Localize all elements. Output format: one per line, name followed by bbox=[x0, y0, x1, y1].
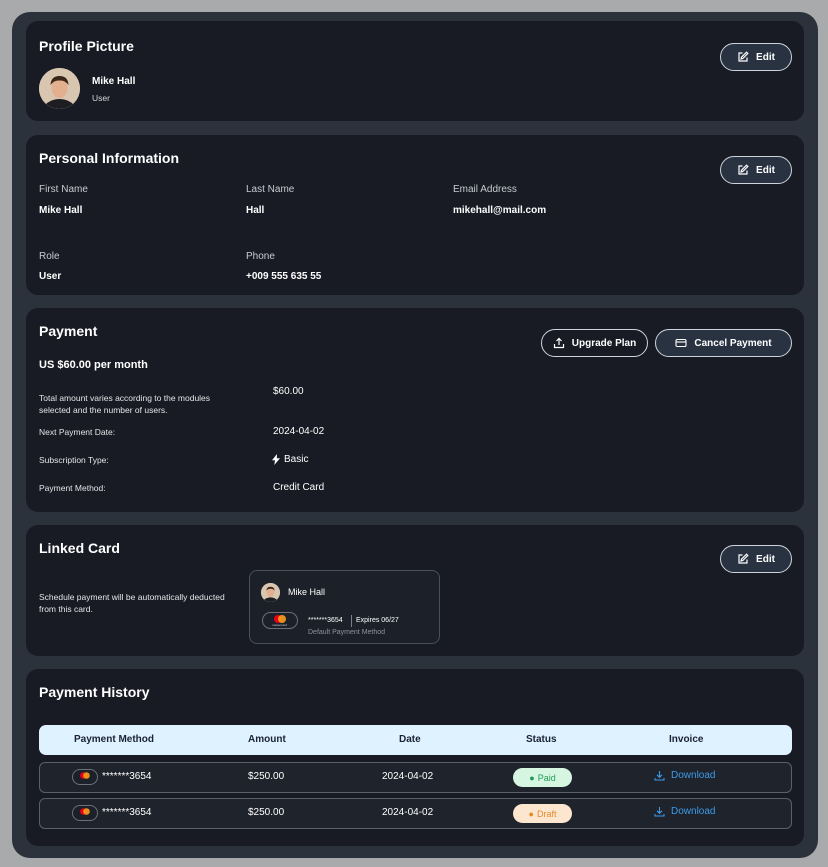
payment-method-value: Credit Card bbox=[273, 482, 325, 493]
download-label: Download bbox=[671, 770, 716, 781]
phone-value: +009 555 635 55 bbox=[246, 271, 322, 282]
edit-label: Edit bbox=[756, 51, 775, 63]
status-text: Paid bbox=[537, 772, 556, 783]
column-status: Status bbox=[526, 734, 557, 745]
upgrade-plan-label: Upgrade Plan bbox=[571, 337, 637, 349]
mastercard-wordmark: mastercard bbox=[272, 623, 288, 627]
credit-card-icon bbox=[675, 338, 687, 348]
linked-card-card: Linked Card Edit Schedule payment will b… bbox=[26, 525, 804, 656]
table-row: *******3654 $250.00 2024-04-02 ● Paid Dow… bbox=[39, 762, 792, 793]
row-amount: $250.00 bbox=[248, 807, 285, 818]
lightning-icon bbox=[272, 454, 280, 465]
mastercard-icon: mastercard bbox=[262, 612, 298, 629]
column-invoice: Invoice bbox=[669, 734, 704, 745]
download-icon bbox=[654, 771, 665, 781]
cancel-payment-button[interactable]: Cancel Payment bbox=[655, 329, 792, 357]
status-text: Draft bbox=[536, 808, 557, 819]
payment-card: Payment US $60.00 per month Upgrade Plan… bbox=[26, 308, 804, 512]
row-date: 2024-04-02 bbox=[382, 807, 434, 818]
upgrade-plan-button[interactable]: Upgrade Plan bbox=[541, 329, 648, 357]
payment-title: Payment bbox=[39, 323, 98, 339]
linked-card-note: Schedule payment will be automatically d… bbox=[39, 592, 225, 614]
upload-icon bbox=[553, 337, 564, 349]
edit-profile-picture-button[interactable]: Edit bbox=[720, 43, 792, 71]
edit-linked-card-button[interactable]: Edit bbox=[720, 545, 792, 573]
first-name-label: First Name bbox=[39, 184, 88, 195]
download-invoice-link[interactable]: Download bbox=[654, 806, 715, 817]
role-value: User bbox=[39, 271, 62, 282]
card-number: *******3654 bbox=[308, 617, 343, 624]
subscription-text: Basic bbox=[284, 454, 309, 465]
status-badge: ● Paid bbox=[513, 768, 572, 787]
phone-label: Phone bbox=[246, 251, 275, 262]
payment-history-card: Payment History Payment Method Amount Da… bbox=[26, 669, 804, 846]
column-payment-method: Payment Method bbox=[74, 734, 155, 745]
cancel-payment-label: Cancel Payment bbox=[694, 337, 772, 349]
download-icon bbox=[654, 807, 665, 817]
status-dot: ● bbox=[529, 772, 535, 783]
card-holder-name: Mike Hall bbox=[288, 587, 326, 597]
column-amount: Amount bbox=[248, 734, 286, 745]
edit-icon bbox=[738, 51, 749, 62]
profile-picture-title: Profile Picture bbox=[39, 38, 134, 54]
avatar bbox=[39, 68, 80, 109]
row-card-number: *******3654 bbox=[102, 807, 152, 818]
mastercard-icon bbox=[72, 769, 98, 785]
payment-price: US $60.00 per month bbox=[39, 359, 148, 371]
download-invoice-link[interactable]: Download bbox=[654, 770, 715, 781]
edit-personal-information-button[interactable]: Edit bbox=[720, 156, 792, 184]
payment-method-label: Payment Method: bbox=[39, 483, 106, 493]
role-label: Role bbox=[39, 251, 60, 262]
edit-label: Edit bbox=[756, 164, 775, 176]
first-name-value: Mike Hall bbox=[39, 205, 83, 216]
email-label: Email Address bbox=[453, 184, 517, 195]
personal-information-title: Personal Information bbox=[39, 150, 180, 166]
profile-name: Mike Hall bbox=[92, 76, 136, 87]
edit-icon bbox=[738, 164, 749, 175]
card-divider bbox=[351, 615, 352, 627]
status-dot: ● bbox=[528, 808, 534, 819]
edit-label: Edit bbox=[756, 553, 775, 565]
edit-icon bbox=[738, 553, 749, 564]
payment-history-title: Payment History bbox=[39, 684, 150, 700]
status-badge: ● Draft bbox=[513, 804, 572, 823]
next-payment-date: 2024-04-02 bbox=[273, 426, 325, 437]
card-expiry: Expires 06/27 bbox=[356, 617, 399, 624]
table-row: *******3654 $250.00 2024-04-02 ● Draft Do… bbox=[39, 798, 792, 829]
next-payment-label: Next Payment Date: bbox=[39, 427, 116, 437]
linked-card-preview[interactable]: Mike Hall mastercard *******3654 Expires… bbox=[249, 570, 440, 644]
table-header: Payment Method Amount Date Status Invoic… bbox=[39, 725, 792, 755]
subscription-value: Basic bbox=[272, 454, 308, 465]
payment-amount: $60.00 bbox=[273, 386, 304, 397]
last-name-value: Hall bbox=[246, 205, 265, 216]
subscription-label: Subscription Type: bbox=[39, 455, 109, 465]
linked-card-title: Linked Card bbox=[39, 540, 120, 556]
row-amount: $250.00 bbox=[248, 771, 285, 782]
download-label: Download bbox=[671, 806, 716, 817]
profile-role: User bbox=[92, 93, 110, 103]
profile-picture-card: Profile Picture Mike Hall User Edit bbox=[26, 21, 804, 121]
row-date: 2024-04-02 bbox=[382, 771, 434, 782]
personal-information-card: Personal Information Edit First Name Mik… bbox=[26, 135, 804, 295]
last-name-label: Last Name bbox=[246, 184, 295, 195]
mastercard-icon bbox=[72, 805, 98, 821]
payment-note: Total amount varies according to the mod… bbox=[39, 393, 211, 415]
email-value: mikehall@mail.com bbox=[453, 205, 547, 216]
default-payment-label: Default Payment Method bbox=[308, 629, 386, 636]
card-holder-avatar bbox=[261, 583, 280, 602]
column-date: Date bbox=[399, 734, 421, 745]
row-card-number: *******3654 bbox=[102, 771, 152, 782]
